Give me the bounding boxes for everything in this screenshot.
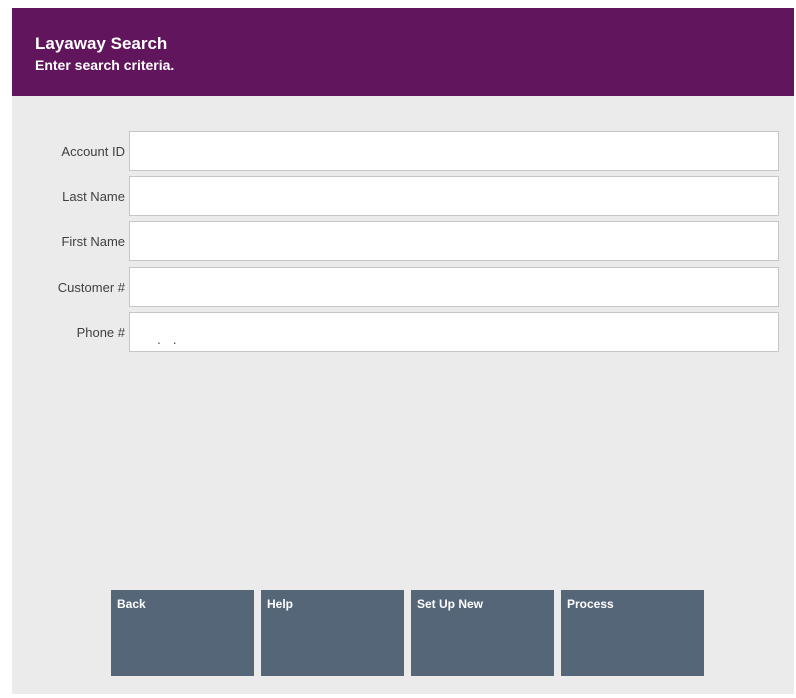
customer-number-input[interactable]: [129, 267, 779, 307]
last-name-row: Last Name: [12, 176, 794, 218]
process-button[interactable]: Process: [561, 590, 704, 676]
phone-number-label: Phone #: [76, 325, 125, 340]
customer-number-label: Customer #: [57, 280, 125, 295]
account-id-label: Account ID: [61, 144, 125, 159]
help-button[interactable]: Help: [261, 590, 404, 676]
first-name-row: First Name: [12, 221, 794, 263]
last-name-label: Last Name: [62, 189, 125, 204]
last-name-input[interactable]: [129, 176, 779, 216]
back-button[interactable]: Back: [111, 590, 254, 676]
header-bar: Layaway Search Enter search criteria.: [12, 8, 794, 96]
first-name-input[interactable]: [129, 221, 779, 261]
account-id-input[interactable]: [129, 131, 779, 171]
customer-number-row: Customer #: [12, 267, 794, 309]
layaway-search-screen: Layaway Search Enter search criteria. Ac…: [12, 8, 794, 694]
phone-number-row: Phone # . .: [12, 312, 794, 354]
phone-number-input[interactable]: [129, 312, 779, 352]
account-id-row: Account ID: [12, 131, 794, 173]
set-up-new-button[interactable]: Set Up New: [411, 590, 554, 676]
page-subtitle: Enter search criteria.: [35, 57, 175, 73]
first-name-label: First Name: [61, 234, 125, 249]
page-title: Layaway Search: [35, 34, 168, 53]
